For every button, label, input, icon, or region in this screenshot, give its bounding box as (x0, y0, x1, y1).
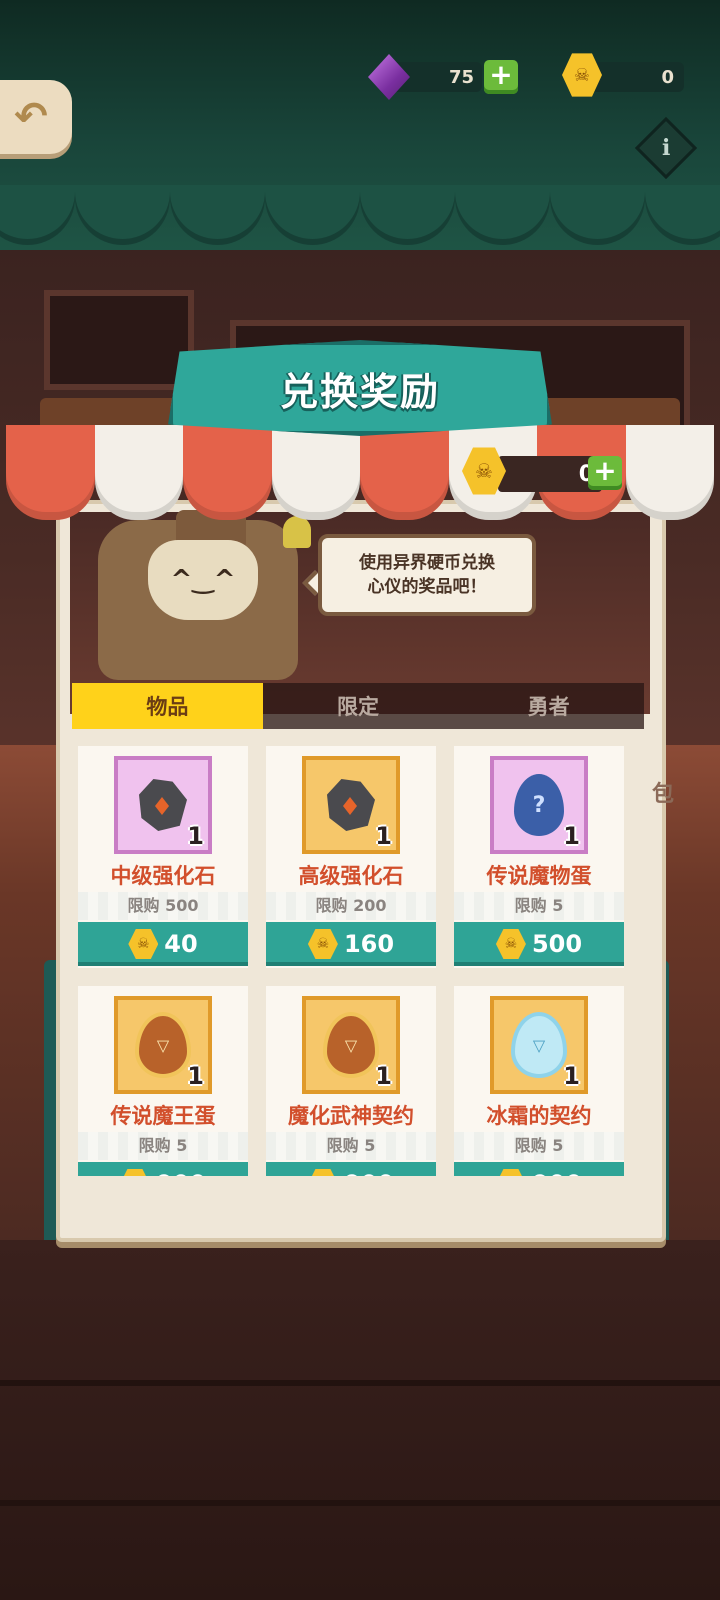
demon-king-egg-icon: ▽ (135, 1012, 191, 1078)
skull-coin-icon: ☠ (119, 1168, 150, 1176)
item-price: 40 (164, 930, 198, 958)
item-price: 500 (531, 930, 583, 958)
add-coins-button[interactable]: + (588, 456, 622, 490)
purchase-limit: 限购 200 (266, 892, 436, 920)
item-name: 传说魔王蛋 (110, 1104, 216, 1128)
item-name: 高级强化石 (298, 864, 404, 888)
item-card-monster-egg[interactable]: ? 1 传说魔物蛋 限购 5 ☠ 500 (454, 746, 624, 968)
tab-items[interactable]: 物品 (72, 683, 263, 729)
bag-label[interactable]: 包 (652, 776, 692, 808)
bell-icon (283, 516, 311, 548)
tab-heroes[interactable]: 勇者 (453, 683, 645, 729)
shelf-left (44, 290, 194, 390)
back-button[interactable]: ↶ (0, 80, 72, 154)
item-card-mid-stone[interactable]: 1 中级强化石 限购 500 ☠ 40 (78, 746, 248, 968)
info-icon: i (661, 134, 671, 161)
purchase-limit: 限购 5 (266, 1132, 436, 1160)
gold-coin-count: 0 (661, 66, 674, 88)
item-quantity: 1 (375, 822, 392, 850)
skull-coin-icon: ☠ (495, 928, 526, 960)
category-tabs: 物品 限定 勇者 (72, 683, 645, 729)
dialog-line-1: 使用异界硬币兑换 (359, 553, 495, 573)
item-thumb: ▽ 1 (302, 996, 400, 1094)
item-quantity: 1 (563, 822, 580, 850)
skull-coin-icon: ☠ (128, 928, 159, 960)
item-card-war-god-contract[interactable]: ▽ 1 魔化武神契约 限购 5 ☠ 900 (266, 986, 436, 1176)
item-grid: 1 中级强化石 限购 500 ☠ 40 1 高级强化石 限购 200 ☠ 160… (74, 730, 640, 1176)
buy-button[interactable]: ☠ 900 (78, 1162, 248, 1176)
green-awning (0, 185, 720, 245)
buy-button[interactable]: ☠ 160 (266, 922, 436, 966)
add-gems-button[interactable]: + (484, 60, 518, 94)
enhancement-stone-icon (327, 779, 375, 831)
war-god-contract-icon: ▽ (323, 1012, 379, 1078)
title-banner: 兑换奖励 (168, 340, 552, 436)
item-price: 160 (343, 930, 395, 958)
item-card-frost-contract[interactable]: ▽ 1 冰霜的契约 限购 5 ☠ 900 (454, 986, 624, 1176)
floor-line (0, 1500, 720, 1506)
item-thumb: ▽ 1 (490, 996, 588, 1094)
dialog-line-2: 心仪的奖品吧！ (367, 577, 487, 597)
item-name: 中级强化石 (110, 864, 216, 888)
item-card-demon-king-egg[interactable]: ▽ 1 传说魔王蛋 限购 5 ☠ 900 (78, 986, 248, 1176)
item-card-high-stone[interactable]: 1 高级强化石 限购 200 ☠ 160 (266, 746, 436, 968)
item-price: 900 (344, 1170, 394, 1176)
item-thumb: 1 (114, 756, 212, 854)
merchant-dialog: 使用异界硬币兑换 心仪的奖品吧！ (318, 534, 536, 616)
skull-coin-icon: ☠ (495, 1168, 526, 1176)
item-quantity: 1 (187, 1062, 204, 1090)
purchase-limit: 限购 5 (454, 892, 624, 920)
skull-coin-icon: ☠ (307, 1168, 338, 1176)
shop-coin-counter: 0 (498, 456, 602, 492)
buy-button[interactable]: ☠ 40 (78, 922, 248, 966)
item-price: 900 (156, 1170, 206, 1176)
item-quantity: 1 (563, 1062, 580, 1090)
item-thumb: ? 1 (490, 756, 588, 854)
item-quantity: 1 (187, 822, 204, 850)
item-quantity: 1 (375, 1062, 392, 1090)
tab-limited[interactable]: 限定 (262, 683, 454, 729)
item-name: 传说魔物蛋 (486, 864, 592, 888)
enhancement-stone-icon (139, 779, 187, 831)
purchase-limit: 限购 5 (78, 1132, 248, 1160)
purchase-limit: 限购 500 (78, 892, 248, 920)
item-name: 冰霜的契约 (486, 1104, 592, 1128)
item-thumb: ▽ 1 (114, 996, 212, 1094)
gem-count: 75 (448, 66, 474, 88)
frost-contract-icon: ▽ (511, 1012, 567, 1078)
merchant-avatar: ^‿^ (148, 540, 258, 620)
buy-button[interactable]: ☠ 500 (454, 922, 624, 966)
purchase-limit: 限购 5 (454, 1132, 624, 1160)
monster-egg-icon: ? (514, 774, 564, 836)
buy-button[interactable]: ☠ 900 (266, 1162, 436, 1176)
page-title: 兑换奖励 (279, 369, 440, 414)
skull-coin-icon: ☠ (307, 928, 338, 960)
buy-button[interactable]: ☠ 900 (454, 1162, 624, 1176)
back-arrow-icon: ↶ (14, 94, 48, 140)
item-name: 魔化武神契约 (288, 1104, 414, 1128)
item-thumb: 1 (302, 756, 400, 854)
item-price: 900 (532, 1170, 582, 1176)
floor-line (0, 1380, 720, 1386)
shop-floor (0, 1240, 720, 1600)
